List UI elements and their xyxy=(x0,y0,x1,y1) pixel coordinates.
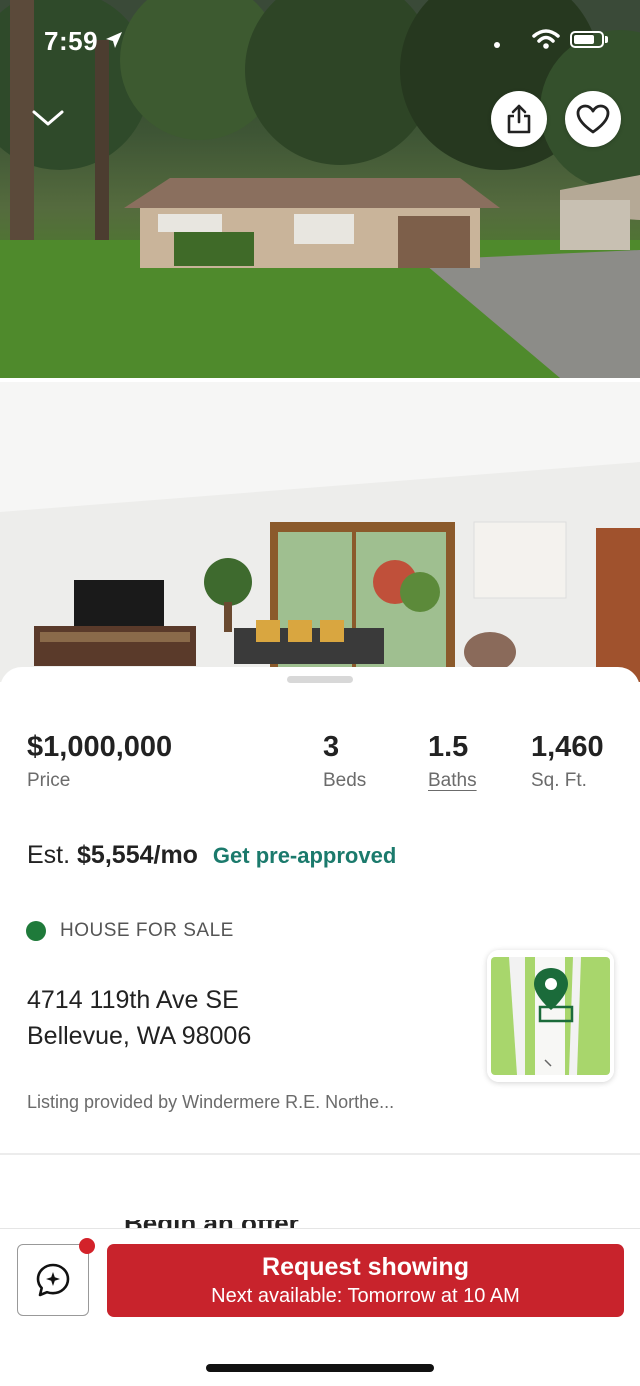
bottom-action-bar: Request showing Next available: Tomorrow… xyxy=(0,1228,640,1386)
chat-button[interactable] xyxy=(17,1244,89,1316)
address-line2: Bellevue, WA 98006 xyxy=(27,1022,252,1050)
chevron-down-icon[interactable] xyxy=(30,104,66,132)
status-bar: 7:59 xyxy=(0,0,640,80)
baths-label-link[interactable]: Baths xyxy=(428,770,477,792)
home-indicator[interactable] xyxy=(206,1364,434,1372)
battery-tip xyxy=(605,36,608,43)
price-value: $1,000,000 xyxy=(27,731,173,763)
favorite-button[interactable] xyxy=(565,91,621,147)
address-line1: 4714 119th Ave SE xyxy=(27,986,239,1014)
notification-badge xyxy=(79,1238,95,1254)
map-pin-icon xyxy=(487,950,614,1082)
est-prefix: Est. xyxy=(27,841,71,869)
beds-stat: 3 Beds xyxy=(323,731,366,792)
sqft-stat: 1,460 Sq. Ft. xyxy=(531,731,604,792)
request-showing-subtitle: Next available: Tomorrow at 10 AM xyxy=(211,1285,520,1307)
price-stat: $1,000,000 Price xyxy=(27,731,172,792)
signal-icon xyxy=(494,42,500,48)
listing-provider: Listing provided by Windermere R.E. Nort… xyxy=(27,1092,395,1112)
heart-icon xyxy=(576,104,610,134)
location-arrow-icon xyxy=(106,32,122,48)
map-thumbnail[interactable] xyxy=(487,950,614,1082)
listing-photo-interior[interactable] xyxy=(0,382,640,682)
section-divider xyxy=(0,1153,640,1155)
listing-status: HOUSE FOR SALE xyxy=(26,920,234,942)
status-dot-icon xyxy=(26,921,46,941)
sqft-value: 1,460 xyxy=(531,731,604,763)
request-showing-button[interactable]: Request showing Next available: Tomorrow… xyxy=(107,1244,624,1317)
wifi-icon xyxy=(532,29,560,49)
share-button[interactable] xyxy=(491,91,547,147)
baths-value: 1.5 xyxy=(428,731,469,763)
baths-stat[interactable]: 1.5 Baths xyxy=(428,731,477,792)
share-icon xyxy=(507,104,531,134)
request-showing-title: Request showing xyxy=(262,1253,469,1281)
beds-value: 3 xyxy=(323,731,340,763)
living-room-image xyxy=(0,382,640,682)
battery-icon xyxy=(570,31,604,48)
address: 4714 119th Ave SE Bellevue, WA 98006 xyxy=(27,982,251,1054)
estimated-payment: Est. $5,554/mo Get pre-approved xyxy=(27,841,396,870)
sqft-label: Sq. Ft. xyxy=(531,770,587,791)
status-label: HOUSE FOR SALE xyxy=(60,920,234,941)
sheet-drag-handle[interactable] xyxy=(287,676,353,683)
beds-label: Beds xyxy=(323,770,367,791)
est-payment-value: $5,554/mo xyxy=(77,841,198,869)
status-time: 7:59 xyxy=(44,26,99,56)
chat-sparkle-icon xyxy=(36,1263,70,1297)
get-preapproved-link[interactable]: Get pre-approved xyxy=(213,843,396,868)
price-label: Price xyxy=(27,770,71,791)
